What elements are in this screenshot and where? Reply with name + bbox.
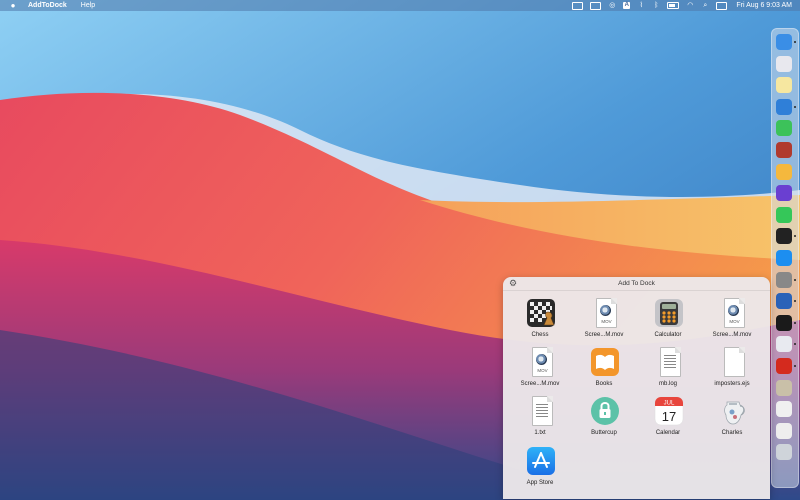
popup-item-mov-2[interactable]: MOV Scree...M.mov — [700, 298, 764, 346]
wifi-off-icon[interactable]: ⌇ — [637, 0, 645, 11]
help-menu[interactable]: Help — [81, 2, 95, 9]
charles-icon — [724, 401, 745, 425]
mov-file-icon: MOV — [718, 298, 748, 328]
activity-monitor-icon[interactable] — [776, 314, 796, 331]
popup-item-app-store[interactable]: App Store — [508, 446, 572, 494]
popup-item-label: Scree...M.mov — [712, 332, 752, 338]
books-icon — [591, 348, 619, 376]
buttercup-icon — [591, 397, 619, 425]
calendar-icon: JUL 17 — [654, 396, 684, 426]
gear-icon[interactable]: ⚙ — [509, 279, 518, 288]
app-store-icon[interactable] — [776, 250, 792, 266]
launchpad-icon[interactable] — [776, 55, 792, 72]
chess-icon — [527, 299, 555, 327]
popup-item-books[interactable]: Books — [572, 347, 636, 395]
popup-item-label: Scree...M.mov — [520, 381, 560, 387]
popup-item-label: Chess — [531, 332, 549, 338]
popup-item-label: mb.log — [658, 381, 677, 387]
window-icon[interactable] — [776, 401, 792, 418]
calculator-icon — [655, 299, 683, 327]
preview-icon[interactable] — [776, 422, 792, 439]
popup-item-chess[interactable]: Chess — [508, 298, 572, 346]
battery-icon[interactable] — [667, 2, 680, 9]
popup-item-label: imposters.ejs — [714, 381, 750, 387]
popup-item-mov-1[interactable]: MOV Scree...M.mov — [572, 298, 636, 346]
popup-item-label: Calculator — [654, 332, 682, 338]
running-indicator — [794, 300, 796, 303]
imovie-icon[interactable] — [776, 185, 792, 202]
calendar-month: JUL — [664, 401, 675, 407]
log-file-icon — [654, 347, 684, 377]
popup-item-mov-3[interactable]: MOV Scree...M.mov — [508, 347, 572, 395]
terminal-icon[interactable] — [776, 228, 796, 245]
popup-item-1-txt[interactable]: 1.txt — [508, 396, 572, 444]
menu-bar: ● AddToDock Help ◎ A ⌇ ᛒ ◠ ⌕ Fri Aug 6 9… — [0, 0, 800, 11]
system-preferences-icon[interactable] — [776, 271, 796, 288]
running-indicator — [794, 343, 796, 346]
facetime-icon[interactable] — [776, 120, 792, 137]
control-center-icon[interactable] — [716, 1, 728, 10]
popup-item-calendar[interactable]: JUL 17 Calendar — [636, 396, 700, 444]
search-icon[interactable]: ⌕ — [701, 0, 709, 11]
running-indicator — [794, 278, 796, 281]
mov-file-icon: MOV — [526, 347, 556, 377]
popup-item-label: App Store — [526, 480, 554, 486]
notes-icon[interactable] — [776, 77, 792, 94]
running-indicator — [794, 41, 796, 43]
calendar-day: 17 — [662, 409, 676, 424]
bluetooth-icon[interactable]: ᛒ — [652, 0, 660, 11]
text-input-icon[interactable]: A — [623, 2, 631, 9]
screen-icon[interactable] — [572, 1, 584, 10]
acrobat-icon[interactable] — [776, 358, 796, 374]
app-name-menu[interactable]: AddToDock — [28, 2, 67, 9]
running-indicator — [794, 105, 796, 108]
popup-item-buttercup[interactable]: Buttercup — [572, 396, 636, 444]
trash-icon[interactable] — [776, 444, 792, 461]
dock — [771, 28, 799, 488]
popup-item-imposters-ejs[interactable]: imposters.ejs — [700, 347, 764, 395]
finder-icon[interactable] — [776, 34, 796, 50]
archive-icon[interactable] — [776, 379, 792, 396]
popup-item-charles[interactable]: Charles — [700, 396, 764, 444]
popup-item-label: Charles — [721, 430, 743, 436]
display-icon[interactable] — [590, 1, 602, 10]
running-indicator — [794, 321, 796, 324]
app-store-icon — [527, 447, 555, 475]
popup-item-mb-log[interactable]: mb.log — [636, 347, 700, 395]
ejs-file-icon — [718, 347, 748, 377]
running-indicator — [794, 365, 796, 367]
messages-icon[interactable] — [776, 206, 792, 223]
wifi-icon[interactable]: ◠ — [686, 0, 694, 11]
clock[interactable]: Fri Aug 6 9:03 AM — [736, 2, 792, 9]
mov-file-icon: MOV — [590, 298, 620, 328]
popup-item-calculator[interactable]: Calculator — [636, 298, 700, 346]
apple-menu-icon[interactable]: ● — [8, 1, 18, 10]
add-to-dock-popup: Add To Dock ⚙ Chess MOV Scree...M.mov Ca… — [503, 277, 770, 499]
xcode-icon[interactable] — [776, 98, 796, 115]
popup-item-label: Books — [595, 381, 613, 387]
focus-icon[interactable]: ◎ — [608, 0, 616, 11]
popup-title: Add To Dock — [503, 277, 770, 291]
popup-item-label: Buttercup — [591, 430, 617, 436]
running-indicator — [794, 235, 796, 238]
popup-item-label: 1.txt — [534, 430, 546, 436]
home-icon[interactable] — [776, 163, 792, 180]
txt-file-icon — [526, 396, 556, 426]
dictionary-icon[interactable] — [776, 142, 792, 158]
popup-item-label: Calendar — [655, 430, 681, 436]
mail-icon[interactable] — [776, 336, 796, 353]
popup-item-label: Scree...M.mov — [584, 332, 624, 338]
screenshot-icon[interactable] — [776, 293, 796, 310]
